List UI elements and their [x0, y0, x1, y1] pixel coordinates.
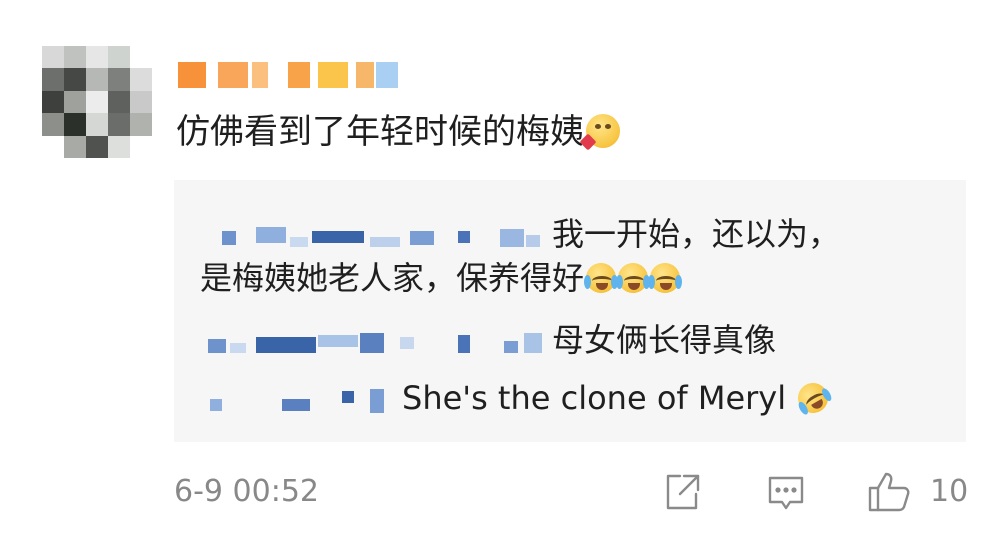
- comment-text-content: 仿佛看到了年轻时候的梅姨: [176, 112, 584, 152]
- comment-button[interactable]: [764, 470, 808, 514]
- reply-2[interactable]: 母女俩长得真像: [200, 318, 776, 362]
- rofl-emoji: [792, 377, 834, 419]
- like-count: 10: [930, 474, 969, 509]
- smirk-heart-emoji: [579, 114, 620, 151]
- comment-text: 仿佛看到了年轻时候的梅姨: [176, 106, 620, 158]
- reply-username-censored: [200, 327, 552, 355]
- laugh-cry-emoji: [584, 263, 619, 293]
- avatar[interactable]: [42, 46, 152, 158]
- reply-username-censored: [200, 221, 552, 249]
- username-censored[interactable]: [178, 62, 428, 92]
- thumbs-up-icon: [868, 472, 910, 512]
- reply-1-text-2: 是梅姨她老人家，保养得好: [200, 259, 585, 297]
- share-button[interactable]: [660, 470, 704, 514]
- laugh-cry-emoji: [616, 263, 651, 293]
- comment-timestamp: 6-9 00:52: [174, 474, 319, 509]
- laugh-cry-emoji: [648, 263, 683, 293]
- reply-1-continued: 是梅姨她老人家，保养得好: [200, 256, 683, 300]
- comment-icon: [768, 476, 804, 510]
- like-button[interactable]: [866, 470, 910, 514]
- share-icon: [666, 474, 700, 510]
- reply-1[interactable]: 我一开始，还以为，: [200, 212, 840, 256]
- reply-3[interactable]: She's the clone of Meryl: [200, 376, 834, 420]
- reply-thread[interactable]: 我一开始，还以为， 是梅姨她老人家，保养得好 母女俩长得真像 She's the…: [174, 180, 966, 442]
- reply-username-censored: [200, 385, 402, 413]
- reply-1-text: 我一开始，还以为，: [552, 215, 841, 253]
- reply-2-text: 母女俩长得真像: [552, 321, 777, 359]
- reply-3-text: She's the clone of Meryl: [402, 379, 787, 417]
